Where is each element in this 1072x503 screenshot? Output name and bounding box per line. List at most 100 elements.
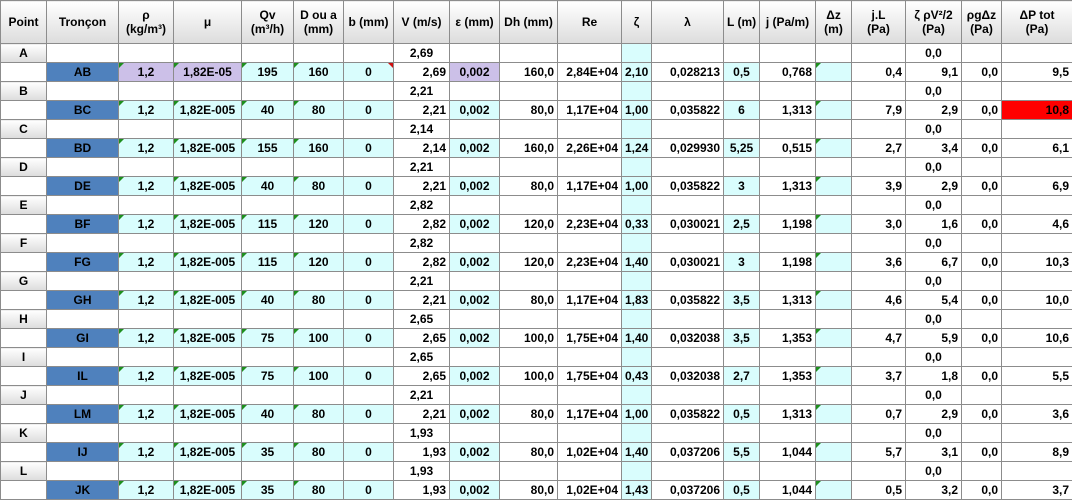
segment-b-cell[interactable]: 0 xyxy=(343,138,394,158)
cell[interactable] xyxy=(46,347,119,367)
segment-dz-cell[interactable] xyxy=(815,252,852,272)
cell[interactable] xyxy=(961,347,1002,367)
segment-mu-cell[interactable]: 1,82E-005 xyxy=(173,100,242,120)
cell[interactable] xyxy=(0,480,47,500)
segment-lambda-cell[interactable]: 0,028213 xyxy=(651,62,724,82)
segment-dyn-cell[interactable]: 3,2 xyxy=(905,480,962,500)
segment-rho-cell[interactable]: 1,2 xyxy=(118,366,174,386)
column-header[interactable]: V (m/s) xyxy=(393,0,450,44)
cell[interactable] xyxy=(293,119,344,139)
cell[interactable] xyxy=(293,347,344,367)
segment-zeta-cell[interactable]: 0,43 xyxy=(621,366,652,386)
segment-jl-cell[interactable]: 4,6 xyxy=(851,290,906,310)
segment-dz-cell[interactable] xyxy=(815,480,852,500)
point-dynamic-pressure[interactable]: 0,0 xyxy=(905,461,962,481)
segment-b-cell[interactable]: 0 xyxy=(343,290,394,310)
segment-lambda-cell[interactable]: 0,030021 xyxy=(651,252,724,272)
segment-dz-cell[interactable] xyxy=(815,404,852,424)
segment-b-cell[interactable]: 0 xyxy=(343,442,394,462)
cell[interactable] xyxy=(1001,309,1072,329)
segment-re-cell[interactable]: 2,23E+04 xyxy=(557,252,622,272)
segment-dyn-cell[interactable]: 2,9 xyxy=(905,100,962,120)
segment-qv-cell[interactable]: 155 xyxy=(241,138,294,158)
cell[interactable] xyxy=(651,309,724,329)
cell[interactable] xyxy=(961,271,1002,291)
cell[interactable] xyxy=(621,157,652,177)
column-header[interactable]: ΔP tot (Pa) xyxy=(1001,0,1072,44)
cell[interactable] xyxy=(173,43,242,63)
column-header[interactable]: λ xyxy=(651,0,724,44)
segment-rgdz-cell[interactable]: 0,0 xyxy=(961,176,1002,196)
segment-eps-cell[interactable]: 0,002 xyxy=(449,138,500,158)
segment-re-cell[interactable]: 1,75E+04 xyxy=(557,366,622,386)
cell[interactable] xyxy=(293,461,344,481)
cell[interactable] xyxy=(293,233,344,253)
cell[interactable] xyxy=(621,347,652,367)
cell[interactable] xyxy=(499,233,558,253)
segment-j-cell[interactable]: 1,313 xyxy=(759,100,816,120)
cell[interactable] xyxy=(1001,347,1072,367)
segment-rgdz-cell[interactable]: 0,0 xyxy=(961,100,1002,120)
cell[interactable] xyxy=(46,195,119,215)
cell[interactable] xyxy=(118,423,174,443)
cell[interactable] xyxy=(723,195,760,215)
cell[interactable] xyxy=(173,309,242,329)
cell[interactable] xyxy=(1001,119,1072,139)
segment-b-cell[interactable]: 0 xyxy=(343,214,394,234)
segment-jl-cell[interactable]: 0,7 xyxy=(851,404,906,424)
column-header[interactable]: Δz (m) xyxy=(815,0,852,44)
segment-rho-cell[interactable]: 1,2 xyxy=(118,290,174,310)
cell[interactable] xyxy=(621,81,652,101)
cell[interactable] xyxy=(343,43,394,63)
segment-j-cell[interactable]: 0,515 xyxy=(759,138,816,158)
segment-rgdz-cell[interactable]: 0,0 xyxy=(961,480,1002,500)
cell[interactable] xyxy=(173,157,242,177)
segment-j-cell[interactable]: 1,198 xyxy=(759,214,816,234)
segment-label[interactable]: GI xyxy=(46,328,119,348)
cell[interactable] xyxy=(759,347,816,367)
segment-dh-cell[interactable]: 120,0 xyxy=(499,214,558,234)
segment-dh-cell[interactable]: 100,0 xyxy=(499,328,558,348)
segment-jl-cell[interactable]: 4,7 xyxy=(851,328,906,348)
cell[interactable] xyxy=(173,233,242,253)
cell[interactable] xyxy=(961,461,1002,481)
segment-j-cell[interactable]: 1,353 xyxy=(759,366,816,386)
cell[interactable] xyxy=(46,81,119,101)
cell[interactable] xyxy=(293,195,344,215)
cell[interactable] xyxy=(0,404,47,424)
cell[interactable] xyxy=(961,81,1002,101)
cell[interactable] xyxy=(815,195,852,215)
segment-dh-cell[interactable]: 80,0 xyxy=(499,100,558,120)
segment-d-cell[interactable]: 80 xyxy=(293,404,344,424)
point-label[interactable]: D xyxy=(0,157,47,177)
cell[interactable] xyxy=(651,461,724,481)
segment-qv-cell[interactable]: 40 xyxy=(241,404,294,424)
segment-jl-cell[interactable]: 3,0 xyxy=(851,214,906,234)
cell[interactable] xyxy=(241,423,294,443)
cell[interactable] xyxy=(723,385,760,405)
segment-re-cell[interactable]: 2,26E+04 xyxy=(557,138,622,158)
segment-rgdz-cell[interactable]: 0,0 xyxy=(961,252,1002,272)
cell[interactable] xyxy=(851,461,906,481)
segment-zeta-cell[interactable]: 1,00 xyxy=(621,404,652,424)
segment-j-cell[interactable]: 1,313 xyxy=(759,290,816,310)
segment-mu-cell[interactable]: 1,82E-005 xyxy=(173,290,242,310)
cell[interactable] xyxy=(241,309,294,329)
cell[interactable] xyxy=(293,271,344,291)
cell[interactable] xyxy=(651,43,724,63)
column-header[interactable]: L (m) xyxy=(723,0,760,44)
segment-l-cell[interactable]: 3 xyxy=(723,176,760,196)
cell[interactable] xyxy=(557,271,622,291)
segment-b-cell[interactable]: 0 xyxy=(343,252,394,272)
segment-qv-cell[interactable]: 35 xyxy=(241,442,294,462)
segment-dyn-cell[interactable]: 3,1 xyxy=(905,442,962,462)
cell[interactable] xyxy=(1001,157,1072,177)
cell[interactable] xyxy=(851,233,906,253)
segment-jl-cell[interactable]: 0,4 xyxy=(851,62,906,82)
cell[interactable] xyxy=(851,423,906,443)
cell[interactable] xyxy=(241,43,294,63)
segment-mu-cell[interactable]: 1,82E-005 xyxy=(173,480,242,500)
segment-mu-cell[interactable]: 1,82E-005 xyxy=(173,176,242,196)
segment-b-cell[interactable]: 0 xyxy=(343,176,394,196)
segment-zeta-cell[interactable]: 0,33 xyxy=(621,214,652,234)
